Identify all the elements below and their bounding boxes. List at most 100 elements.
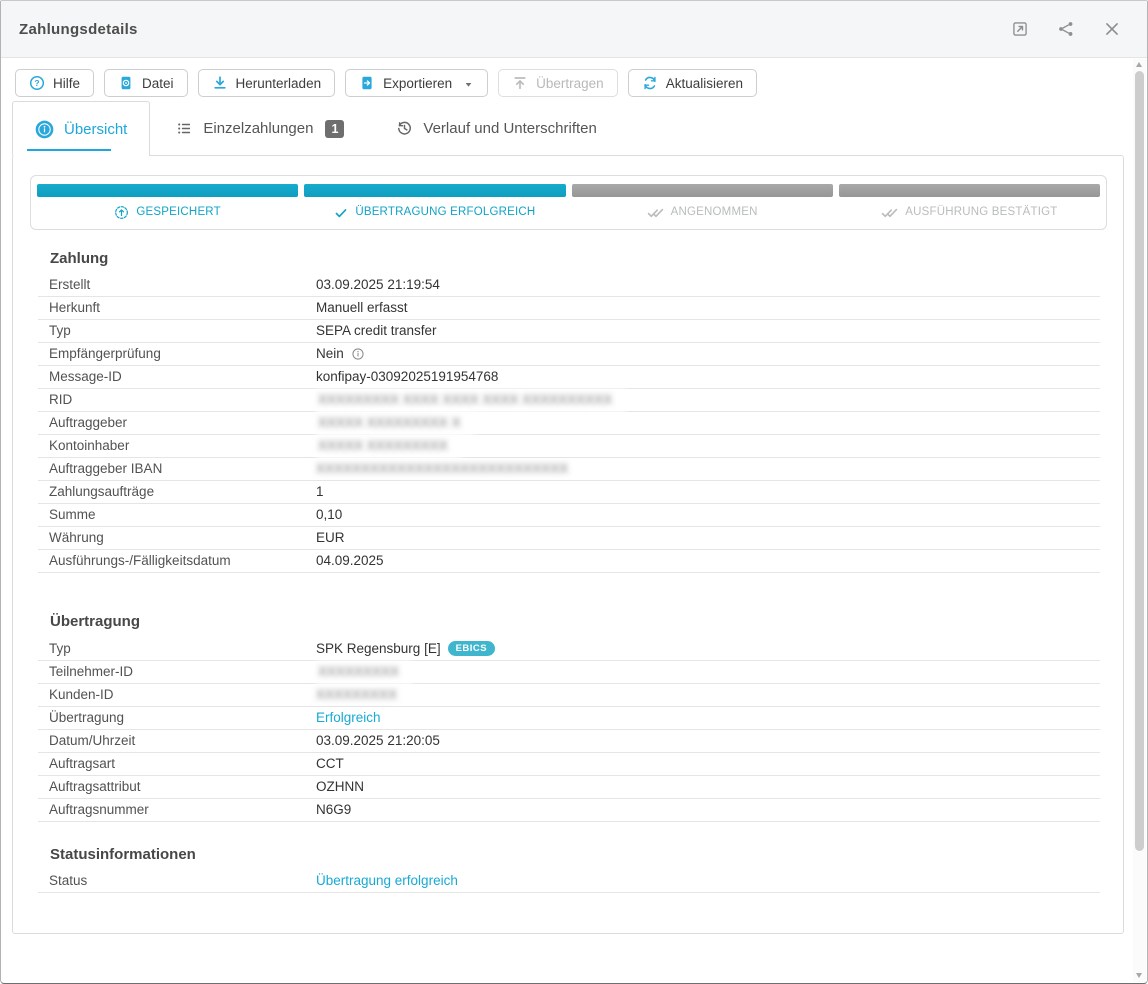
row-label: Übertragung	[49, 711, 316, 725]
scrollbar[interactable]	[1133, 59, 1146, 982]
row-label: Empfängerprüfung	[49, 347, 316, 361]
hilfe-button[interactable]: ?Hilfe	[15, 69, 94, 97]
button-label: Übertragen	[536, 76, 604, 91]
progress-step-label: GESPEICHERT	[37, 205, 298, 220]
check-icon	[334, 206, 348, 220]
row-value: 04.09.2025	[316, 554, 384, 568]
value-text: 0,10	[316, 508, 342, 522]
row-value: 03.09.2025 21:19:54	[316, 278, 440, 292]
detail-row: Zahlungsaufträge1	[38, 481, 1100, 504]
datei-button[interactable]: Datei	[104, 69, 188, 97]
row-label: Auftraggeber	[49, 416, 316, 430]
progress-step: ÜBERTRAGUNG ERFOLGREICH	[304, 184, 565, 220]
row-label: Auftragsnummer	[49, 803, 316, 817]
row-value: Übertragung erfolgreich	[316, 874, 458, 888]
close-icon[interactable]	[1103, 20, 1121, 38]
history-icon	[396, 120, 413, 137]
scrollbar-thumb[interactable]	[1135, 71, 1144, 851]
svg-text:?: ?	[34, 78, 39, 88]
row-label: Kontoinhaber	[49, 439, 316, 453]
detail-row: StatusÜbertragung erfolgreich	[38, 870, 1100, 893]
row-label: Datum/Uhrzeit	[49, 734, 316, 748]
redacted-value: XXXXX XXXXXXXXX X	[316, 412, 475, 435]
row-label: Status	[49, 874, 316, 888]
row-value: XXXXXXXXX XXXX XXXX XXXX XXXXXXXXXX	[316, 393, 626, 407]
row-label: Auftragsattribut	[49, 780, 316, 794]
section-zahlung: Zahlung Erstellt03.09.2025 21:19:54 Herkun…	[13, 250, 1123, 573]
row-value: XXXXXXXXX	[316, 688, 397, 702]
detail-row: Teilnehmer-IDXXXXXXXXX	[38, 661, 1100, 684]
value-text: Erfolgreich	[316, 711, 381, 725]
tab-count-badge: 1	[325, 120, 344, 138]
detail-row: EmpfängerprüfungNein	[38, 343, 1100, 366]
row-label: Auftragsart	[49, 757, 316, 771]
row-label: Typ	[49, 642, 316, 656]
detail-row: Erstellt03.09.2025 21:19:54	[38, 274, 1100, 297]
tab-label: Einzelzahlungen	[203, 120, 313, 137]
value-text: EUR	[316, 531, 345, 545]
double-check-icon	[647, 205, 664, 220]
row-value: SPK Regensburg [E]EBICS	[316, 641, 495, 656]
aktualisieren-button[interactable]: Aktualisieren	[628, 69, 757, 97]
row-value: XXXXXXXXXXXXXXXXXXXXXXXXXXXX	[316, 462, 568, 476]
value-text: SPK Regensburg [E]	[316, 642, 441, 656]
section-title: Zahlung	[50, 250, 1123, 267]
detail-row: TypSPK Regensburg [E]EBICS	[38, 637, 1100, 661]
titlebar: Zahlungsdetails	[1, 1, 1147, 58]
row-value: Nein	[316, 347, 365, 361]
row-label: Kunden-ID	[49, 688, 316, 702]
scrollbar-up-arrow[interactable]	[1136, 62, 1142, 67]
sections-container: Zahlung Erstellt03.09.2025 21:19:54 Herkun…	[13, 250, 1123, 893]
detail-row: KontoinhaberXXXXX XXXXXXXXX	[38, 435, 1100, 458]
scrollbar-down-arrow[interactable]	[1136, 973, 1142, 978]
tab-verlauf-und-unterschriften[interactable]: Verlauf und Unterschriften	[370, 101, 622, 156]
row-value: 03.09.2025 21:20:05	[316, 734, 440, 748]
row-label: Zahlungsaufträge	[49, 485, 316, 499]
row-label: Ausführungs-/Fälligkeitsdatum	[49, 554, 316, 568]
detail-row: AuftragsartCCT	[38, 753, 1100, 776]
double-check-icon	[881, 205, 898, 220]
value-text: konfipay-03092025191954768	[316, 370, 498, 384]
active-tab-underline	[27, 149, 111, 151]
share-icon[interactable]	[1057, 20, 1075, 38]
saved-icon	[114, 205, 129, 220]
redacted-value: XXXXXXXXX XXXX XXXX XXXX XXXXXXXXXX	[316, 389, 626, 412]
tab-einzelzahlungen[interactable]: Einzelzahlungen 1	[150, 101, 370, 156]
payment-details-window: Zahlungsdetails ?Hilfe Datei Herunterladen…	[0, 0, 1148, 984]
tab-bar: Übersicht Einzelzahlungen 1 Verlauf und Unt…	[1, 101, 1147, 156]
export-icon	[359, 75, 375, 91]
row-value: SEPA credit transfer	[316, 324, 437, 338]
exportieren-button[interactable]: Exportieren	[345, 69, 488, 97]
detail-row: WährungEUR	[38, 527, 1100, 550]
value-text: 1	[316, 485, 324, 499]
row-label: Message-ID	[49, 370, 316, 384]
progress-tracker: GESPEICHERT ÜBERTRAGUNG ERFOLGREICH ANGENO…	[30, 175, 1107, 230]
button-label: Datei	[142, 76, 174, 91]
row-value: Manuell erfasst	[316, 301, 408, 315]
progress-step: AUSFÜHRUNG BESTÄTIGT	[839, 184, 1100, 220]
detail-row: Datum/Uhrzeit03.09.2025 21:20:05	[38, 730, 1100, 753]
info-outline-icon[interactable]	[351, 347, 365, 361]
open-external-icon[interactable]	[1011, 20, 1029, 38]
row-value: OZHNN	[316, 780, 364, 794]
progress-step: ANGENOMMEN	[572, 184, 833, 220]
value-text: OZHNN	[316, 780, 364, 794]
toolbar: ?Hilfe Datei Herunterladen Exportieren Übert…	[1, 58, 1147, 97]
detail-row: RIDXXXXXXXXX XXXX XXXX XXXX XXXXXXXXXX	[38, 389, 1100, 412]
row-label: Herkunft	[49, 301, 316, 315]
row-value: CCT	[316, 757, 344, 771]
redacted-value: XXXXX XXXXXXXXX	[316, 435, 462, 458]
row-value: EUR	[316, 531, 345, 545]
section-title: Statusinformationen	[50, 846, 1123, 863]
download-icon	[212, 75, 228, 91]
detail-row: ÜbertragungErfolgreich	[38, 707, 1100, 730]
tab-uebersicht[interactable]: Übersicht	[12, 101, 150, 156]
row-label: RID	[49, 393, 316, 407]
value-text: Manuell erfasst	[316, 301, 408, 315]
progress-step-text: ÜBERTRAGUNG ERFOLGREICH	[355, 205, 535, 220]
herunterladen-button[interactable]: Herunterladen	[198, 69, 336, 97]
detail-row: Ausführungs-/Fälligkeitsdatum04.09.2025	[38, 550, 1100, 573]
row-label: Auftraggeber IBAN	[49, 462, 316, 476]
redacted-value: XXXXXXXXX	[316, 661, 413, 684]
detail-row: AuftragsnummerN6G9	[38, 799, 1100, 822]
